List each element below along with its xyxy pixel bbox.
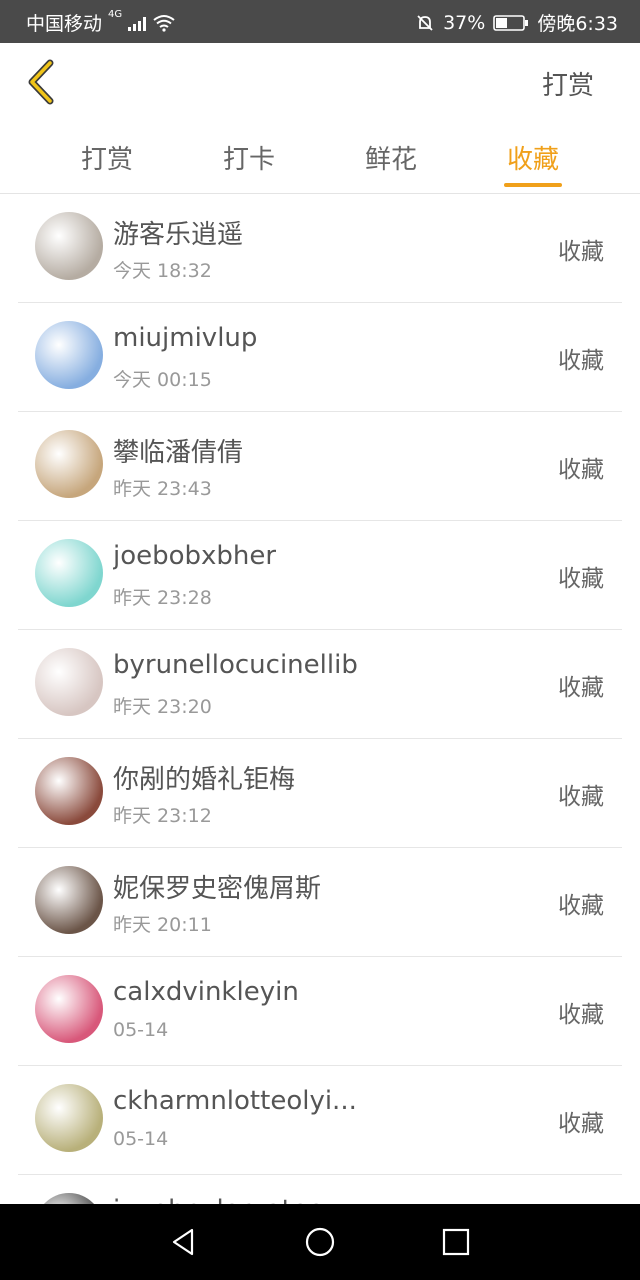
battery-percent: 37% xyxy=(443,11,486,34)
reward-button[interactable]: 打赏 xyxy=(542,65,594,102)
list-item[interactable]: 游客乐逍遥今天 18:32 收藏 xyxy=(18,194,622,303)
action-label: 收藏 xyxy=(558,348,604,374)
user-name: iyuebnylervatee xyxy=(113,1195,324,1204)
avatar[interactable] xyxy=(35,648,103,716)
avatar[interactable] xyxy=(35,757,103,825)
user-name: miujmivlup xyxy=(113,323,258,353)
avatar[interactable] xyxy=(35,539,103,607)
user-name: byrunellocucinellib xyxy=(113,650,358,680)
carrier-label: 中国移动 xyxy=(26,13,103,35)
action-label: 收藏 xyxy=(558,1002,604,1028)
battery-icon xyxy=(493,14,529,31)
user-name: ckharmnlotteolyi... xyxy=(113,1086,357,1116)
avatar[interactable] xyxy=(35,1193,103,1204)
timestamp: 05-14 xyxy=(113,1128,169,1150)
avatar[interactable] xyxy=(35,1084,103,1152)
active-tab-indicator xyxy=(504,183,562,187)
list-item[interactable]: calxdvinkleyin 05-14 收藏 xyxy=(18,957,622,1066)
avatar[interactable] xyxy=(35,430,103,498)
avatar[interactable] xyxy=(35,866,103,934)
wifi-icon xyxy=(153,14,175,32)
back-nav-icon[interactable] xyxy=(168,1226,200,1258)
user-name: 游客乐逍遥 xyxy=(113,220,244,250)
user-name: 妮保罗史密傀屑斯 xyxy=(113,874,322,904)
status-right: 37% 傍晚6:33 xyxy=(415,9,618,36)
list-item[interactable]: miujmivlup 今天 00:15 收藏 xyxy=(18,303,622,412)
list-item[interactable]: joebobxbher 昨天 23:28 收藏 xyxy=(18,521,622,630)
home-nav-icon[interactable] xyxy=(304,1226,336,1258)
clock: 傍晚6:33 xyxy=(537,13,618,35)
user-name: calxdvinkleyin xyxy=(113,977,299,1007)
list-item[interactable]: 你剐的婚礼钜梅昨天 23:12 收藏 xyxy=(18,739,622,848)
tab-checkin[interactable]: 打卡 xyxy=(189,139,309,176)
tab-favorites[interactable]: 收藏 xyxy=(473,139,593,176)
user-name: 攀临潘倩倩 xyxy=(113,438,244,468)
status-bar: 中国移动 4G 37% 傍晚6:33 xyxy=(0,0,640,43)
navigation-bar xyxy=(0,1204,640,1280)
user-name: 你剐的婚礼钜梅 xyxy=(113,765,296,795)
list-item[interactable]: iyuebnylervatee xyxy=(18,1175,622,1204)
network-type: 4G xyxy=(108,9,123,20)
tab-bar: 打赏 打卡 鲜花 收藏 xyxy=(0,121,640,194)
list-item[interactable]: 攀临潘倩倩昨天 23:43 收藏 xyxy=(18,412,622,521)
timestamp: 今天 18:32 xyxy=(113,260,212,282)
mute-bell-icon xyxy=(417,14,433,31)
header: 打赏 xyxy=(0,43,640,121)
list-item[interactable]: byrunellocucinellib 昨天 23:20 收藏 xyxy=(18,630,622,739)
list-item[interactable]: 妮保罗史密傀屑斯昨天 20:11 收藏 xyxy=(18,848,622,957)
timestamp: 昨天 23:43 xyxy=(113,478,212,500)
timestamp: 05-14 xyxy=(113,1019,169,1041)
favorites-list: 游客乐逍遥 今天 18:32 收藏 miujmivlup 今天 00:15 收藏 攀临潘倩倩… xyxy=(0,194,640,1204)
recents-nav-icon[interactable] xyxy=(440,1226,472,1258)
tab-flowers[interactable]: 鲜花 xyxy=(331,139,451,176)
signal-icon xyxy=(128,15,147,31)
avatar[interactable] xyxy=(35,212,103,280)
action-label: 收藏 xyxy=(558,675,604,701)
action-label: 收藏 xyxy=(558,1111,604,1137)
action-label: 收藏 xyxy=(558,457,604,483)
action-label: 收藏 xyxy=(558,893,604,919)
timestamp: 昨天 23:28 xyxy=(113,587,212,609)
avatar[interactable] xyxy=(35,975,103,1043)
status-left: 中国移动 4G xyxy=(26,9,176,36)
back-arrow-icon[interactable] xyxy=(22,57,62,107)
timestamp: 今天 00:15 xyxy=(113,369,212,391)
avatar[interactable] xyxy=(35,321,103,389)
list-item[interactable]: ckharmnlotteolyi... 05-14 收藏 xyxy=(18,1066,622,1175)
user-name: joebobxbher xyxy=(113,541,277,571)
action-label: 收藏 xyxy=(558,239,604,265)
action-label: 收藏 xyxy=(558,566,604,592)
action-label: 收藏 xyxy=(558,784,604,810)
timestamp: 昨天 23:20 xyxy=(113,696,212,718)
timestamp: 昨天 23:12 xyxy=(113,805,212,827)
tab-reward[interactable]: 打赏 xyxy=(47,139,167,176)
timestamp: 昨天 20:11 xyxy=(113,914,212,936)
